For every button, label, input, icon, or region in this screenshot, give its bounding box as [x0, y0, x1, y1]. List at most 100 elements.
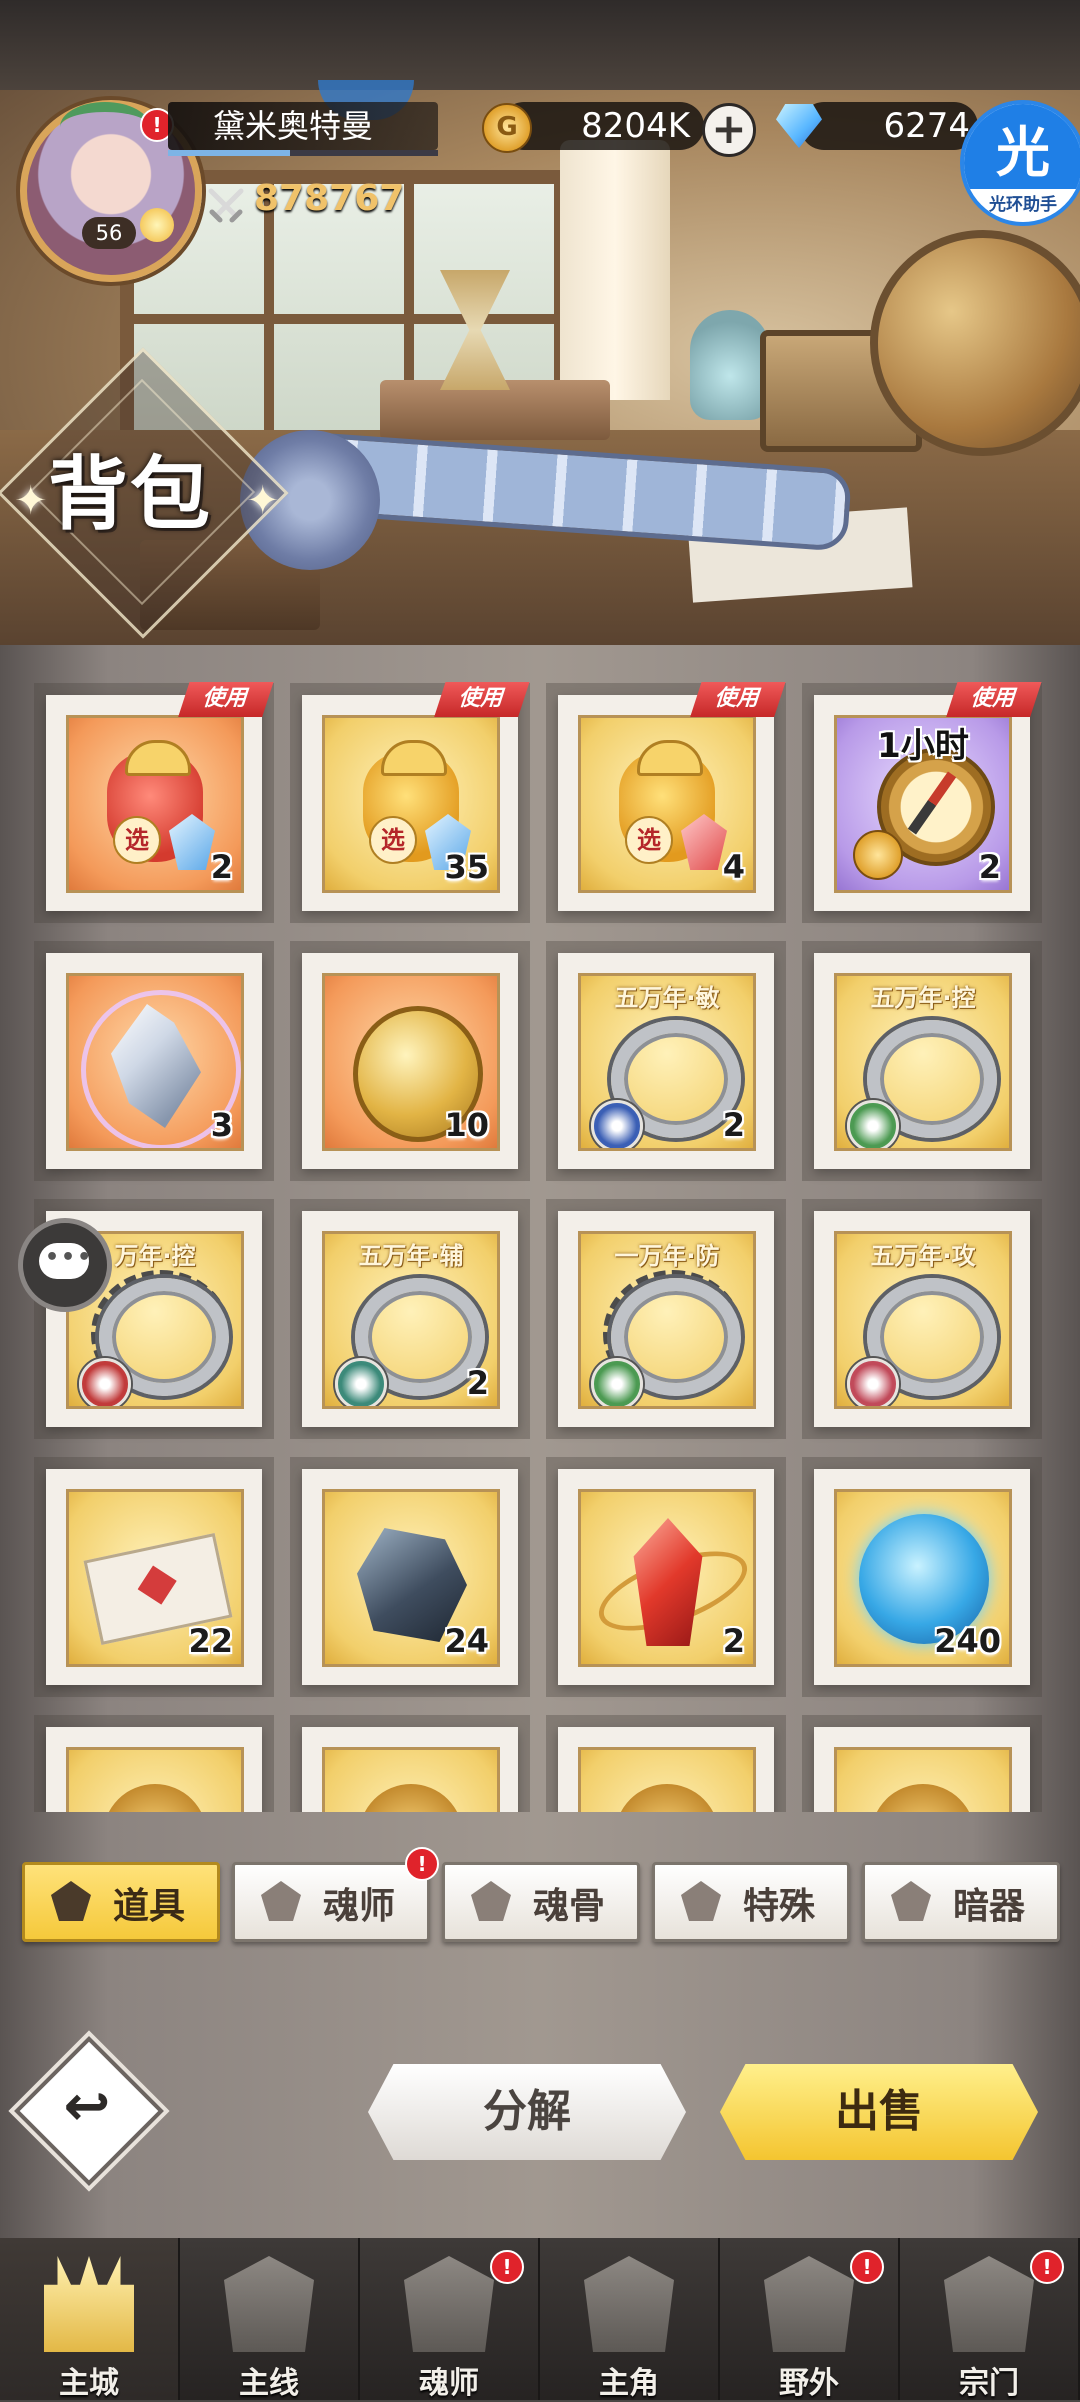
item-icon: 五万年·攻	[834, 1231, 1012, 1409]
item-count: 10	[444, 1106, 489, 1144]
inventory-slot[interactable]: 24	[302, 1469, 518, 1685]
combat-power: 878767	[254, 178, 405, 219]
use-tag[interactable]: 使用	[690, 682, 786, 717]
ring-attribute-icon	[335, 1358, 387, 1406]
helper-app-button[interactable]: 光 光环助手	[960, 100, 1080, 226]
tab-label: 道具	[113, 1885, 186, 1927]
inventory-slot[interactable]: 选 35 使用	[302, 682, 530, 911]
wilderness-icon	[764, 2256, 854, 2352]
tab-label: 特殊	[743, 1885, 816, 1927]
item-icon: 3	[66, 973, 244, 1151]
soul-master-icon	[404, 2256, 494, 2352]
nav-main-quest[interactable]: 主线	[180, 2238, 360, 2401]
curtain-illustration	[560, 140, 670, 400]
tab-category-icon	[471, 1881, 511, 1921]
item-count: 35	[444, 848, 489, 886]
item-count: 2	[722, 1622, 745, 1660]
top-strip	[0, 0, 1080, 90]
tab-category-icon	[261, 1881, 301, 1921]
tab-items[interactable]: 道具	[22, 1862, 220, 1942]
crossed-swords-icon	[208, 188, 244, 223]
inventory-slot[interactable]: 240	[814, 1469, 1030, 1685]
nav-wilderness[interactable]: 野外!	[720, 2238, 900, 2401]
sell-button[interactable]: 出售	[720, 2064, 1038, 2160]
inventory-slot[interactable]: 2	[558, 1469, 774, 1685]
nav-sect[interactable]: 宗门!	[900, 2238, 1080, 2401]
inventory-slot[interactable]: 一万年·防	[558, 1211, 774, 1427]
coin-icon	[853, 830, 903, 880]
diamond-amount: 6274	[800, 102, 978, 150]
inventory-slot[interactable]: 五万年·控	[814, 953, 1030, 1169]
tab-label: 暗器	[953, 1885, 1026, 1927]
use-tag[interactable]: 使用	[946, 682, 1042, 717]
item-icon: 选 35	[322, 715, 500, 893]
nav-main-city[interactable]: 主城	[0, 2238, 180, 2401]
item-count: 22	[188, 1622, 233, 1660]
nav-soul-master[interactable]: 魂师!	[360, 2238, 540, 2401]
item-icon: 2	[578, 1489, 756, 1667]
alert-badge: !	[850, 2250, 884, 2284]
use-tag[interactable]: 使用	[434, 682, 530, 717]
ring-attribute-icon	[847, 1100, 899, 1148]
sect-icon	[944, 2256, 1034, 2352]
item-count: 2	[722, 1106, 745, 1144]
item-icon	[66, 1747, 244, 1812]
decompose-label: 分解	[483, 2086, 571, 2137]
nav-label: 主线	[239, 2366, 299, 2401]
tab-special[interactable]: 特殊	[652, 1862, 850, 1942]
item-icon	[578, 1747, 756, 1812]
ring-attribute-icon	[847, 1358, 899, 1406]
protagonist-icon	[584, 2256, 674, 2352]
alert-badge: !	[405, 1847, 439, 1881]
inventory-slot[interactable]: 3	[46, 953, 262, 1169]
item-label: 一万年·防	[614, 1242, 720, 1270]
inventory-slot[interactable]: 五万年·辅 2	[302, 1211, 518, 1427]
item-icon: 22	[66, 1489, 244, 1667]
inventory-slot[interactable]: 五万年·敏 2	[558, 953, 774, 1169]
globe-illustration	[870, 230, 1080, 456]
inventory-slot[interactable]	[46, 1727, 262, 1812]
item-icon: 选2	[66, 715, 244, 893]
inventory-slot[interactable]: 10	[302, 953, 518, 1169]
inventory-slot[interactable]: 选 2 使用	[46, 682, 274, 911]
player-name[interactable]: 黛米奥特曼	[168, 102, 438, 150]
item-count: 2	[978, 848, 1001, 886]
decompose-button[interactable]: 分解	[368, 2064, 686, 2160]
item-icon	[834, 1747, 1012, 1812]
inventory-slot[interactable]: 五万年·攻	[814, 1211, 1030, 1427]
inventory-grid[interactable]: 选 2 使用选 35 使用选 4 使用 1小时 2 使用 3 10 五万年·敏 2 五万年·控 万年·控 五万年…	[0, 682, 1080, 1812]
item-icon: 五万年·控	[834, 973, 1012, 1151]
inventory-slot[interactable]: 1小时 2 使用	[814, 682, 1042, 911]
tab-soul-bones[interactable]: 魂骨	[442, 1862, 640, 1942]
use-tag[interactable]: 使用	[178, 682, 274, 717]
tab-category-icon	[891, 1881, 931, 1921]
gold-coin-icon: G	[482, 103, 532, 153]
inventory-slot[interactable]: 22	[46, 1469, 262, 1685]
sell-label: 出售	[835, 2086, 923, 2137]
helper-icon: 光	[996, 121, 1050, 184]
inventory-slot[interactable]	[302, 1727, 518, 1812]
item-count: 4	[722, 848, 745, 886]
back-arrow-icon: ↩	[63, 2074, 111, 2139]
item-icon: 10	[322, 973, 500, 1151]
sparkle-icon: ✦	[246, 478, 280, 524]
add-gold-button[interactable]: +	[702, 103, 756, 157]
item-count: 2	[466, 1364, 489, 1402]
tab-hidden-weapons[interactable]: 暗器	[862, 1862, 1060, 1942]
item-label: 五万年·辅	[358, 1242, 464, 1270]
chat-button[interactable]: •••	[18, 1218, 112, 1312]
inventory-slot[interactable]	[814, 1727, 1030, 1812]
item-label: 1小时	[877, 726, 969, 766]
ring-attribute-icon	[591, 1100, 643, 1148]
tab-soul-masters[interactable]: 魂师!	[232, 1847, 439, 1942]
nav-label: 魂师	[419, 2366, 479, 2401]
nav-label: 宗门	[959, 2366, 1019, 2401]
page-title: 背包	[48, 447, 212, 541]
nav-protagonist[interactable]: 主角	[540, 2238, 720, 2401]
inventory-slot[interactable]: 选 4 使用	[558, 682, 786, 911]
tab-label: 魂师	[323, 1885, 396, 1927]
tab-category-icon	[681, 1881, 721, 1921]
inventory-slot[interactable]	[558, 1727, 774, 1812]
tab-category-icon	[51, 1881, 91, 1921]
chat-dots: •••	[45, 1245, 94, 1270]
